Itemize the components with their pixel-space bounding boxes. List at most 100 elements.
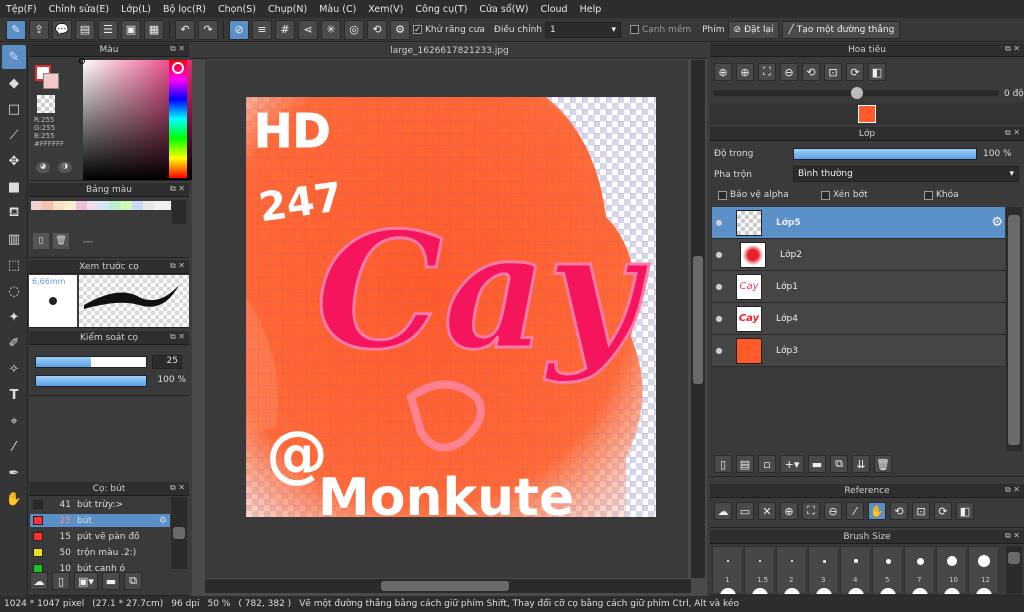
zoom-in-icon[interactable]: ⊕ [736,63,754,81]
blend-select[interactable]: Bình thường ▾ [793,166,1019,182]
zoom-out-icon[interactable]: ⊖ [824,502,842,520]
panel-close-icon[interactable]: ⧉ ✕ [1005,485,1020,495]
rotate-right-icon[interactable]: ⟳ [934,502,952,520]
menu-item[interactable]: Màu (C) [313,4,362,15]
chat-icon[interactable]: 💬 [52,19,72,40]
antialias-checkbox[interactable]: ✓ [413,25,422,34]
brush-opacity-value[interactable]: 100 % [152,375,186,385]
eye-icon[interactable]: ● [712,282,726,291]
zoom-in-icon[interactable]: ⊕ [780,502,798,520]
menu-item[interactable]: Cửa sổ(W) [473,4,534,15]
new-halftone-layer-icon[interactable]: ▤ [736,455,754,473]
clipping-checkbox[interactable] [821,191,830,200]
brush-size-next-cell[interactable] [712,588,743,594]
canvas-hscrollbar[interactable] [205,579,691,593]
canvas-vscrollbar[interactable] [691,60,705,578]
brush-size-cell[interactable]: 4 [840,546,871,594]
deselect-icon[interactable]: ▣ [121,19,141,40]
rotate-right-icon[interactable]: ⟳ [846,63,864,81]
eraser-tool-icon[interactable]: ◆ [2,71,26,95]
secondary-color-swatch[interactable] [43,73,59,89]
panel-close-icon[interactable]: ⧉ ✕ [1005,128,1020,138]
brush-size-next-cell[interactable] [968,588,999,594]
layer-row[interactable]: ● Cay Lớp4 [712,303,1005,335]
pipette-tool-icon[interactable]: ✒ [2,461,26,485]
brush-menu-icon[interactable]: ▣▾ [74,572,98,590]
panel-close-icon[interactable]: ⧉ ✕ [1005,531,1020,541]
menu-item[interactable]: Help [574,4,608,15]
menu-item[interactable]: Bộ lọc(R) [157,4,212,15]
fit-window-icon[interactable]: ⛶ [758,63,776,81]
brush-stroke-tool-icon[interactable]: ⟋ [2,123,26,147]
snap-perspective-icon[interactable]: ⋖ [298,19,318,40]
brush-size-next-cell[interactable] [744,588,775,594]
brush-size-cell[interactable]: 5 [872,546,903,594]
brush-size-cell[interactable]: 2 [776,546,807,594]
select-pen-tool-icon[interactable]: ✐ [2,331,26,355]
eye-icon[interactable]: ● [712,218,726,227]
brush-list-scrollbar[interactable] [171,497,187,569]
rotate-reset-icon[interactable]: ⊡ [824,63,842,81]
export-icon[interactable]: ⇪ [29,19,49,40]
panel-close-icon[interactable]: ⧉ ✕ [170,184,185,194]
merge-layer-icon[interactable]: ⇊ [852,455,870,473]
brush-size-next-cell[interactable] [872,588,903,594]
rotation-slider[interactable] [713,87,999,99]
transparent-swatch[interactable] [37,95,55,113]
eye-icon[interactable]: ● [712,250,726,259]
snap-grid-icon[interactable]: # [275,19,295,40]
menu-item[interactable]: Chụp(N) [262,4,313,15]
new-1bit-layer-icon[interactable]: ▫ [758,455,776,473]
new-layer-icon[interactable]: ▯ [714,455,732,473]
line-button[interactable]: ╱ Tạo một đường thẳng [782,20,901,39]
eyedropper-tool-icon[interactable]: ⁄ [2,435,26,459]
brush-size-next-cell[interactable] [904,588,935,594]
snap-parallel-icon[interactable]: ≡ [252,19,272,40]
rotate-left-icon[interactable]: ⟲ [890,502,908,520]
layer-scrollbar[interactable] [1006,207,1022,451]
divide-tool-icon[interactable]: ⌖ [2,409,26,433]
menu-item[interactable]: Công cụ(T) [409,4,473,15]
palette-scrollbar[interactable] [172,200,186,224]
panel-close-icon[interactable]: ⧉ ✕ [170,261,185,271]
hand-icon[interactable]: ✋ [868,502,886,520]
grid-icon[interactable]: ▦ [144,19,164,40]
hand-tool-icon[interactable]: ✋ [2,487,26,511]
new-folder-icon[interactable]: ▬ [808,455,826,473]
eye-icon[interactable]: ● [712,346,726,355]
panel-close-icon[interactable]: ⧉ ✕ [1005,44,1020,54]
redo-icon[interactable]: ↷ [198,19,218,40]
brush-copy-icon[interactable]: ⧉ [124,572,142,590]
zoom-out-icon[interactable]: ⊖ [780,63,798,81]
brush-size-next-cell[interactable] [776,588,807,594]
brush-size-next-cell[interactable] [808,588,839,594]
menu-item[interactable]: Lớp(L) [115,4,157,15]
snap-circle-icon[interactable]: ◎ [344,19,364,40]
menu-item[interactable]: Chỉnh sửa(E) [43,4,116,15]
menu-item[interactable]: Chọn(S) [212,4,262,15]
filter-icon[interactable]: ☰ [98,19,118,40]
select-tool-icon[interactable]: ⬚ [2,253,26,277]
snap-settings-icon[interactable]: ⚙ [390,19,410,40]
note-icon[interactable]: ▤ [75,19,95,40]
gradient-tool-icon[interactable]: ▥ [2,227,26,251]
palette-swatches[interactable] [31,201,171,210]
move-tool-icon[interactable]: ✥ [2,149,26,173]
adjust-select[interactable]: 1 ▾ [544,21,621,38]
menu-item[interactable]: Tệp(F) [0,4,43,15]
open-folder-icon[interactable]: ▭ [736,502,754,520]
add-brush-icon[interactable]: ▯ [52,572,70,590]
flip-icon[interactable]: ◧ [956,502,974,520]
brush-list-item[interactable]: 15 pút vẽ pàn đồ [30,530,170,543]
brush-cloud-icon[interactable]: ☁ [30,572,48,590]
gear-icon[interactable]: ⚙ [159,516,167,526]
rect-tool-icon[interactable]: □ [2,97,26,121]
brush-size-cell[interactable]: 7 [904,546,935,594]
close-icon[interactable]: ✕ [758,502,776,520]
brush-size-cell[interactable]: 1.5 [744,546,775,594]
snap-radial-icon[interactable]: ✳ [321,19,341,40]
gear-icon[interactable]: ⚙ [991,215,1003,230]
brush-size-cell[interactable]: 3 [808,546,839,594]
brush-size-scrollbar[interactable] [1006,546,1022,594]
magic-wand-tool-icon[interactable]: ✦ [2,305,26,329]
